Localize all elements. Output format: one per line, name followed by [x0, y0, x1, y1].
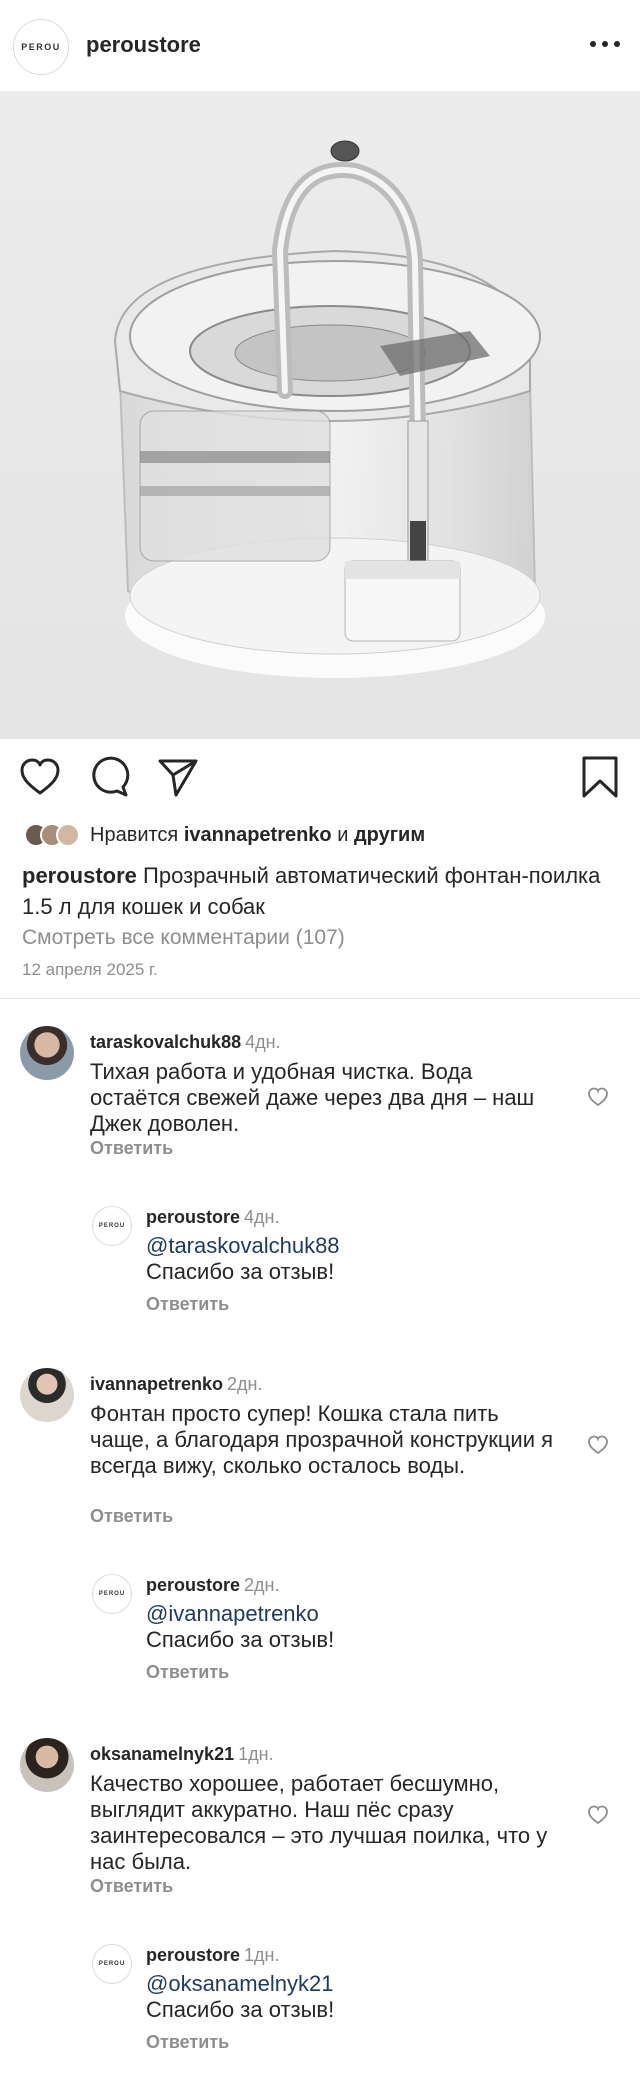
- likes-user[interactable]: ivannapetrenko: [184, 824, 332, 846]
- likes-prefix: Нравится: [90, 823, 179, 846]
- reply-mention[interactable]: @oksanamelnyk21: [146, 1971, 566, 1997]
- post-caption: peroustore Прозрачный автоматический фон…: [22, 860, 622, 922]
- comment-username[interactable]: taraskovalchuk88: [90, 1032, 241, 1052]
- share-icon[interactable]: [156, 755, 200, 799]
- liker-avatar: [56, 823, 80, 847]
- comment-meta: ivannapetrenko 2дн.: [90, 1374, 263, 1395]
- reply-time: 1дн.: [244, 1945, 280, 1965]
- view-all-comments-link[interactable]: Смотреть все комментарии (107): [22, 926, 345, 950]
- comment-username[interactable]: ivannapetrenko: [90, 1374, 223, 1394]
- commenter-avatar[interactable]: [20, 1738, 74, 1792]
- reply-username[interactable]: peroustore: [146, 1207, 240, 1227]
- likes-text: Нравится ivannapetrenko и другим: [90, 824, 425, 847]
- reply-button[interactable]: Ответить: [90, 1506, 173, 1527]
- comment-meta: oksanamelnyk21 1дн.: [90, 1744, 274, 1765]
- post-header: PEROU peroustore: [0, 0, 640, 91]
- comment-like-icon[interactable]: [587, 1804, 609, 1826]
- comment-username[interactable]: oksanamelnyk21: [90, 1744, 234, 1764]
- commenter-avatar[interactable]: [20, 1026, 74, 1080]
- store-avatar[interactable]: PEROU: [13, 19, 69, 75]
- post-date: 12 апреля 2025 г.: [22, 960, 158, 979]
- more-horizontal-icon[interactable]: [590, 34, 620, 54]
- reply-button[interactable]: Ответить: [146, 2032, 229, 2053]
- divider: [0, 998, 640, 999]
- reply-meta: peroustore 1дн.: [146, 1945, 280, 1966]
- reply-store-avatar[interactable]: PEROU: [92, 1944, 132, 1984]
- comment-text: Качество хорошее, работает бесшумно, выг…: [90, 1771, 548, 1874]
- comment-meta: taraskovalchuk88 4дн.: [90, 1032, 281, 1053]
- comment-time: 4дн.: [245, 1032, 281, 1052]
- reply-logo-text: PEROU: [98, 1591, 126, 1597]
- comment-text: Фонтан просто супер! Кошка стала пить ча…: [90, 1401, 554, 1478]
- post-author-username[interactable]: peroustore: [86, 32, 201, 58]
- reply-meta: peroustore 2дн.: [146, 1575, 280, 1596]
- reply-text: @oksanamelnyk21 Спасибо за отзыв!: [146, 1971, 566, 2023]
- reply-time: 4дн.: [244, 1207, 280, 1227]
- reply-logo-text: PEROU: [98, 1223, 126, 1229]
- comment-like-icon[interactable]: [587, 1086, 609, 1108]
- reply-body: Спасибо за отзыв!: [146, 1997, 335, 2022]
- comment-time: 1дн.: [238, 1744, 274, 1764]
- reply-button[interactable]: Ответить: [146, 1662, 229, 1683]
- reply-username[interactable]: peroustore: [146, 1575, 240, 1595]
- reply-mention[interactable]: @taraskovalchuk88: [146, 1233, 566, 1259]
- reply-logo-text: PEROU: [98, 1961, 126, 1967]
- reply-body: Спасибо за отзыв!: [146, 1627, 335, 1652]
- likes-summary[interactable]: Нравится ivannapetrenko и другим: [24, 822, 425, 848]
- likes-middle: и: [337, 823, 349, 846]
- comment-like-icon[interactable]: [587, 1434, 609, 1456]
- reply-username[interactable]: peroustore: [146, 1945, 240, 1965]
- reply-button[interactable]: Ответить: [90, 1876, 173, 1897]
- reply-text: @taraskovalchuk88 Спасибо за отзыв!: [146, 1233, 566, 1285]
- reply-text: @ivannapetrenko Спасибо за отзыв!: [146, 1601, 566, 1653]
- post-actions: [0, 755, 640, 805]
- bookmark-icon[interactable]: [578, 755, 622, 799]
- post-image[interactable]: [0, 91, 640, 739]
- reply-button[interactable]: Ответить: [90, 1138, 173, 1159]
- heart-icon[interactable]: [18, 755, 62, 799]
- caption-username[interactable]: peroustore: [22, 863, 137, 888]
- reply-store-avatar[interactable]: PEROU: [92, 1574, 132, 1614]
- store-logo-text: PEROU: [21, 42, 61, 52]
- reply-store-avatar[interactable]: PEROU: [92, 1206, 132, 1246]
- reply-mention[interactable]: @ivannapetrenko: [146, 1601, 566, 1627]
- comment-time: 2дн.: [227, 1374, 263, 1394]
- pet-fountain-illustration: [0, 91, 640, 739]
- reply-time: 2дн.: [244, 1575, 280, 1595]
- commenter-avatar[interactable]: [20, 1368, 74, 1422]
- reply-button[interactable]: Ответить: [146, 1294, 229, 1315]
- likes-suffix[interactable]: другим: [354, 824, 425, 846]
- comment-icon[interactable]: [87, 755, 131, 799]
- comment-text: Тихая работа и удобная чистка. Вода оста…: [90, 1059, 535, 1136]
- reply-body: Спасибо за отзыв!: [146, 1259, 335, 1284]
- reply-meta: peroustore 4дн.: [146, 1207, 280, 1228]
